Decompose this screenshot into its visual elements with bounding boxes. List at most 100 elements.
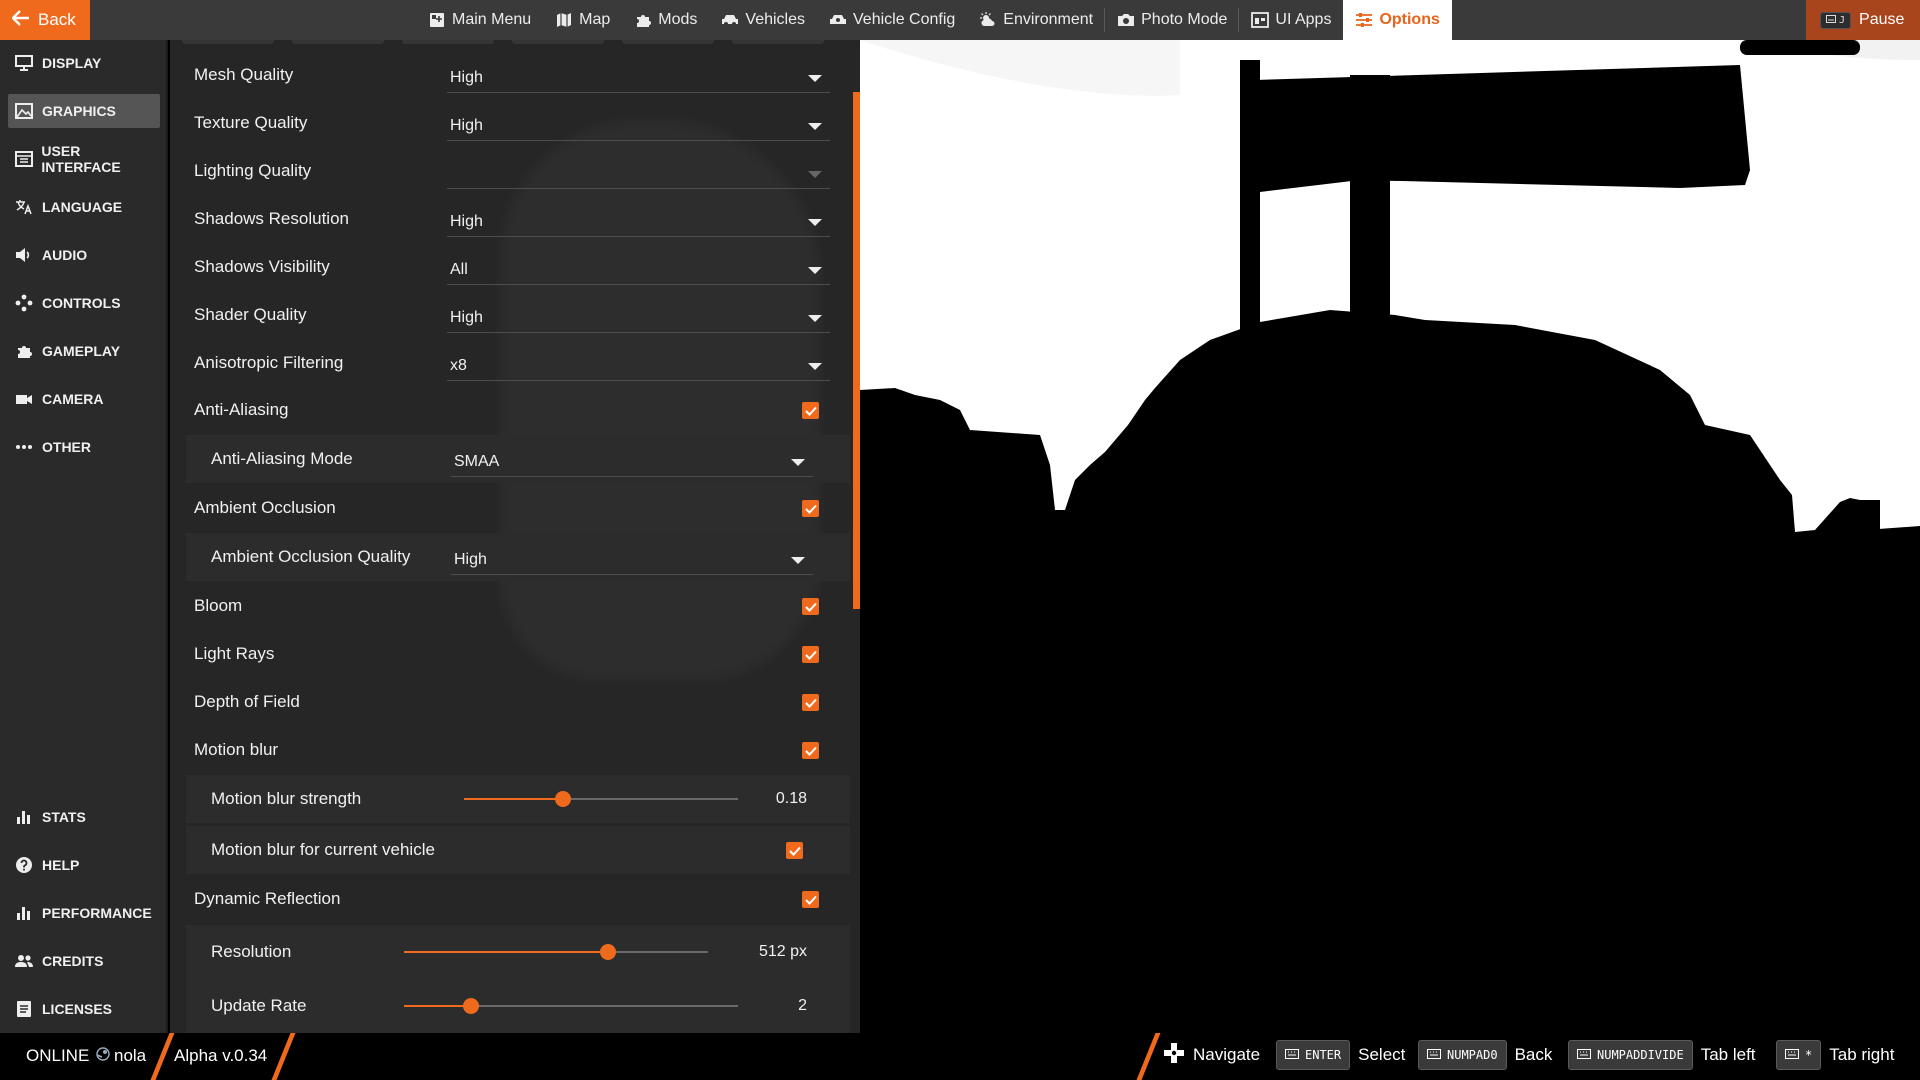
sidebar-item-performance[interactable]: PERFORMANCE: [8, 896, 160, 930]
nav-main-menu[interactable]: Main Menu: [416, 0, 543, 40]
nav-environment[interactable]: Environment: [967, 0, 1105, 40]
dropdown-value: High: [450, 213, 483, 230]
dynamic-reflection-checkbox[interactable]: [802, 891, 819, 908]
video-camera-icon: [14, 389, 34, 409]
motion-blur-strength-slider[interactable]: [464, 789, 738, 809]
setting-label: Bloom: [194, 596, 243, 615]
nav-vehicles[interactable]: Vehicles: [709, 0, 817, 40]
dropdown-value: SMAA: [454, 453, 500, 470]
setting-update-rate: Update Rate 2: [186, 979, 850, 1033]
sidebar-item-display[interactable]: DISPLAY: [8, 46, 160, 80]
nav-label: UI Apps: [1275, 11, 1332, 28]
setting-label: Motion blur: [194, 740, 279, 759]
setting-light-rays: Light Rays: [170, 630, 860, 678]
ambient-occlusion-checkbox[interactable]: [802, 500, 819, 517]
sidebar-item-label: GAMEPLAY: [42, 343, 121, 359]
shader-quality-dropdown[interactable]: High: [447, 299, 830, 333]
sidebar-item-help[interactable]: HELP: [8, 848, 160, 882]
motion-blur-checkbox[interactable]: [802, 742, 819, 759]
nav-map[interactable]: Map: [543, 0, 622, 40]
mesh-quality-dropdown[interactable]: High: [447, 59, 830, 93]
nav-vehicle-config[interactable]: Vehicle Config: [817, 0, 967, 40]
back-button[interactable]: Back: [0, 0, 90, 40]
setting-label: Anti-Aliasing: [194, 400, 289, 419]
sidebar-item-camera[interactable]: CAMERA: [8, 382, 160, 416]
sidebar-item-licenses[interactable]: LICENSES: [8, 992, 160, 1026]
setting-label: Light Rays: [194, 644, 275, 663]
nav-photo-mode[interactable]: Photo Mode: [1105, 0, 1240, 40]
version-label: Alpha v.0.34: [174, 1046, 268, 1065]
keyboard-icon: [1785, 1048, 1799, 1062]
setting-label: Lighting Quality: [194, 161, 312, 180]
sidebar-item-user-interface[interactable]: USER INTERFACE: [8, 142, 160, 176]
sidebar-item-controls[interactable]: CONTROLS: [8, 286, 160, 320]
sidebar-item-graphics[interactable]: GRAPHICS: [8, 94, 160, 128]
update-rate-slider[interactable]: [404, 996, 738, 1016]
light-rays-checkbox[interactable]: [802, 646, 819, 663]
options-scrollbar[interactable]: [853, 92, 860, 609]
hint-label: Tab right: [1829, 1045, 1895, 1064]
sidebar-item-stats[interactable]: STATS: [8, 800, 160, 834]
shadows-resolution-dropdown[interactable]: High: [447, 203, 830, 237]
hint-back: NUMPAD0 Back: [1418, 1039, 1552, 1071]
nav-label: Main Menu: [452, 11, 532, 28]
setting-label: Anisotropic Filtering: [194, 353, 344, 372]
sidebar-item-label: HELP: [42, 857, 80, 873]
lighting-quality-dropdown[interactable]: [447, 155, 830, 189]
checkmark-icon: [804, 895, 817, 905]
setting-label: Dynamic Reflection: [194, 889, 341, 908]
checkmark-icon: [804, 602, 817, 612]
translate-icon: [14, 197, 34, 217]
anti-aliasing-mode-dropdown[interactable]: SMAA: [451, 443, 813, 477]
game-viewport: [860, 40, 1920, 1040]
pause-keycap: J: [1820, 11, 1852, 29]
sidebar-item-other[interactable]: OTHER: [8, 430, 160, 464]
setting-label: Anti-Aliasing Mode: [211, 449, 353, 468]
nav-label: Photo Mode: [1141, 11, 1228, 28]
sidebar-item-language[interactable]: LANGUAGE: [8, 190, 160, 224]
setting-label: Texture Quality: [194, 113, 308, 132]
nav-mods[interactable]: Mods: [622, 0, 709, 40]
options-sidebar: DISPLAY GRAPHICS USER INTERFACE LANGUAGE…: [0, 40, 168, 1033]
setting-dynamic-reflection: Dynamic Reflection: [170, 875, 860, 923]
sidebar-item-gameplay[interactable]: GAMEPLAY: [8, 334, 160, 368]
arrow-left-icon: [11, 9, 30, 31]
nav-ui-apps[interactable]: UI Apps: [1239, 0, 1343, 40]
setting-anti-aliasing-mode: Anti-Aliasing Mode SMAA: [186, 435, 850, 483]
setting-label: Shader Quality: [194, 305, 307, 324]
bloom-checkbox[interactable]: [802, 598, 819, 615]
steam-icon: [96, 1047, 110, 1066]
key-name: NUMPADDIVIDE: [1597, 1048, 1684, 1062]
checkmark-icon: [788, 846, 801, 856]
nav-label: Options: [1379, 11, 1440, 28]
setting-motion-blur-strength: Motion blur strength 0.18: [186, 775, 850, 823]
nav-options[interactable]: Options: [1343, 0, 1452, 40]
anisotropic-filtering-dropdown[interactable]: x8: [447, 347, 830, 381]
slider-knob[interactable]: [554, 791, 571, 807]
top-bar: Back Main Menu Map Mods Vehicles Vehicle…: [0, 0, 1920, 40]
ambient-occlusion-quality-dropdown[interactable]: High: [451, 541, 813, 575]
image-icon: [14, 101, 34, 121]
checkmark-icon: [804, 504, 817, 514]
gamepad-icon: [14, 293, 34, 313]
caret-down-icon: [808, 315, 822, 322]
hint-label: Tab left: [1700, 1045, 1756, 1064]
depth-of-field-checkbox[interactable]: [802, 694, 819, 711]
hint-tab-right: * Tab right: [1776, 1039, 1894, 1071]
motion-blur-current-vehicle-checkbox[interactable]: [786, 842, 803, 859]
pause-button[interactable]: J Pause: [1806, 0, 1920, 40]
checkmark-icon: [804, 650, 817, 660]
slider-knob[interactable]: [599, 944, 616, 960]
slider-value: 0.18: [775, 790, 807, 807]
setting-motion-blur-current-vehicle: Motion blur for current vehicle: [186, 826, 850, 874]
texture-quality-dropdown[interactable]: High: [447, 107, 830, 141]
sidebar-item-label: GRAPHICS: [42, 103, 116, 119]
reflection-resolution-slider[interactable]: [404, 942, 708, 962]
sidebar-item-credits[interactable]: CREDITS: [8, 944, 160, 978]
sidebar-item-audio[interactable]: AUDIO: [8, 238, 160, 272]
anti-aliasing-checkbox[interactable]: [802, 402, 819, 419]
shadows-visibility-dropdown[interactable]: All: [447, 251, 830, 285]
slider-knob[interactable]: [462, 998, 479, 1014]
pause-key: J: [1839, 14, 1846, 26]
sidebar-item-label: AUDIO: [42, 247, 88, 263]
